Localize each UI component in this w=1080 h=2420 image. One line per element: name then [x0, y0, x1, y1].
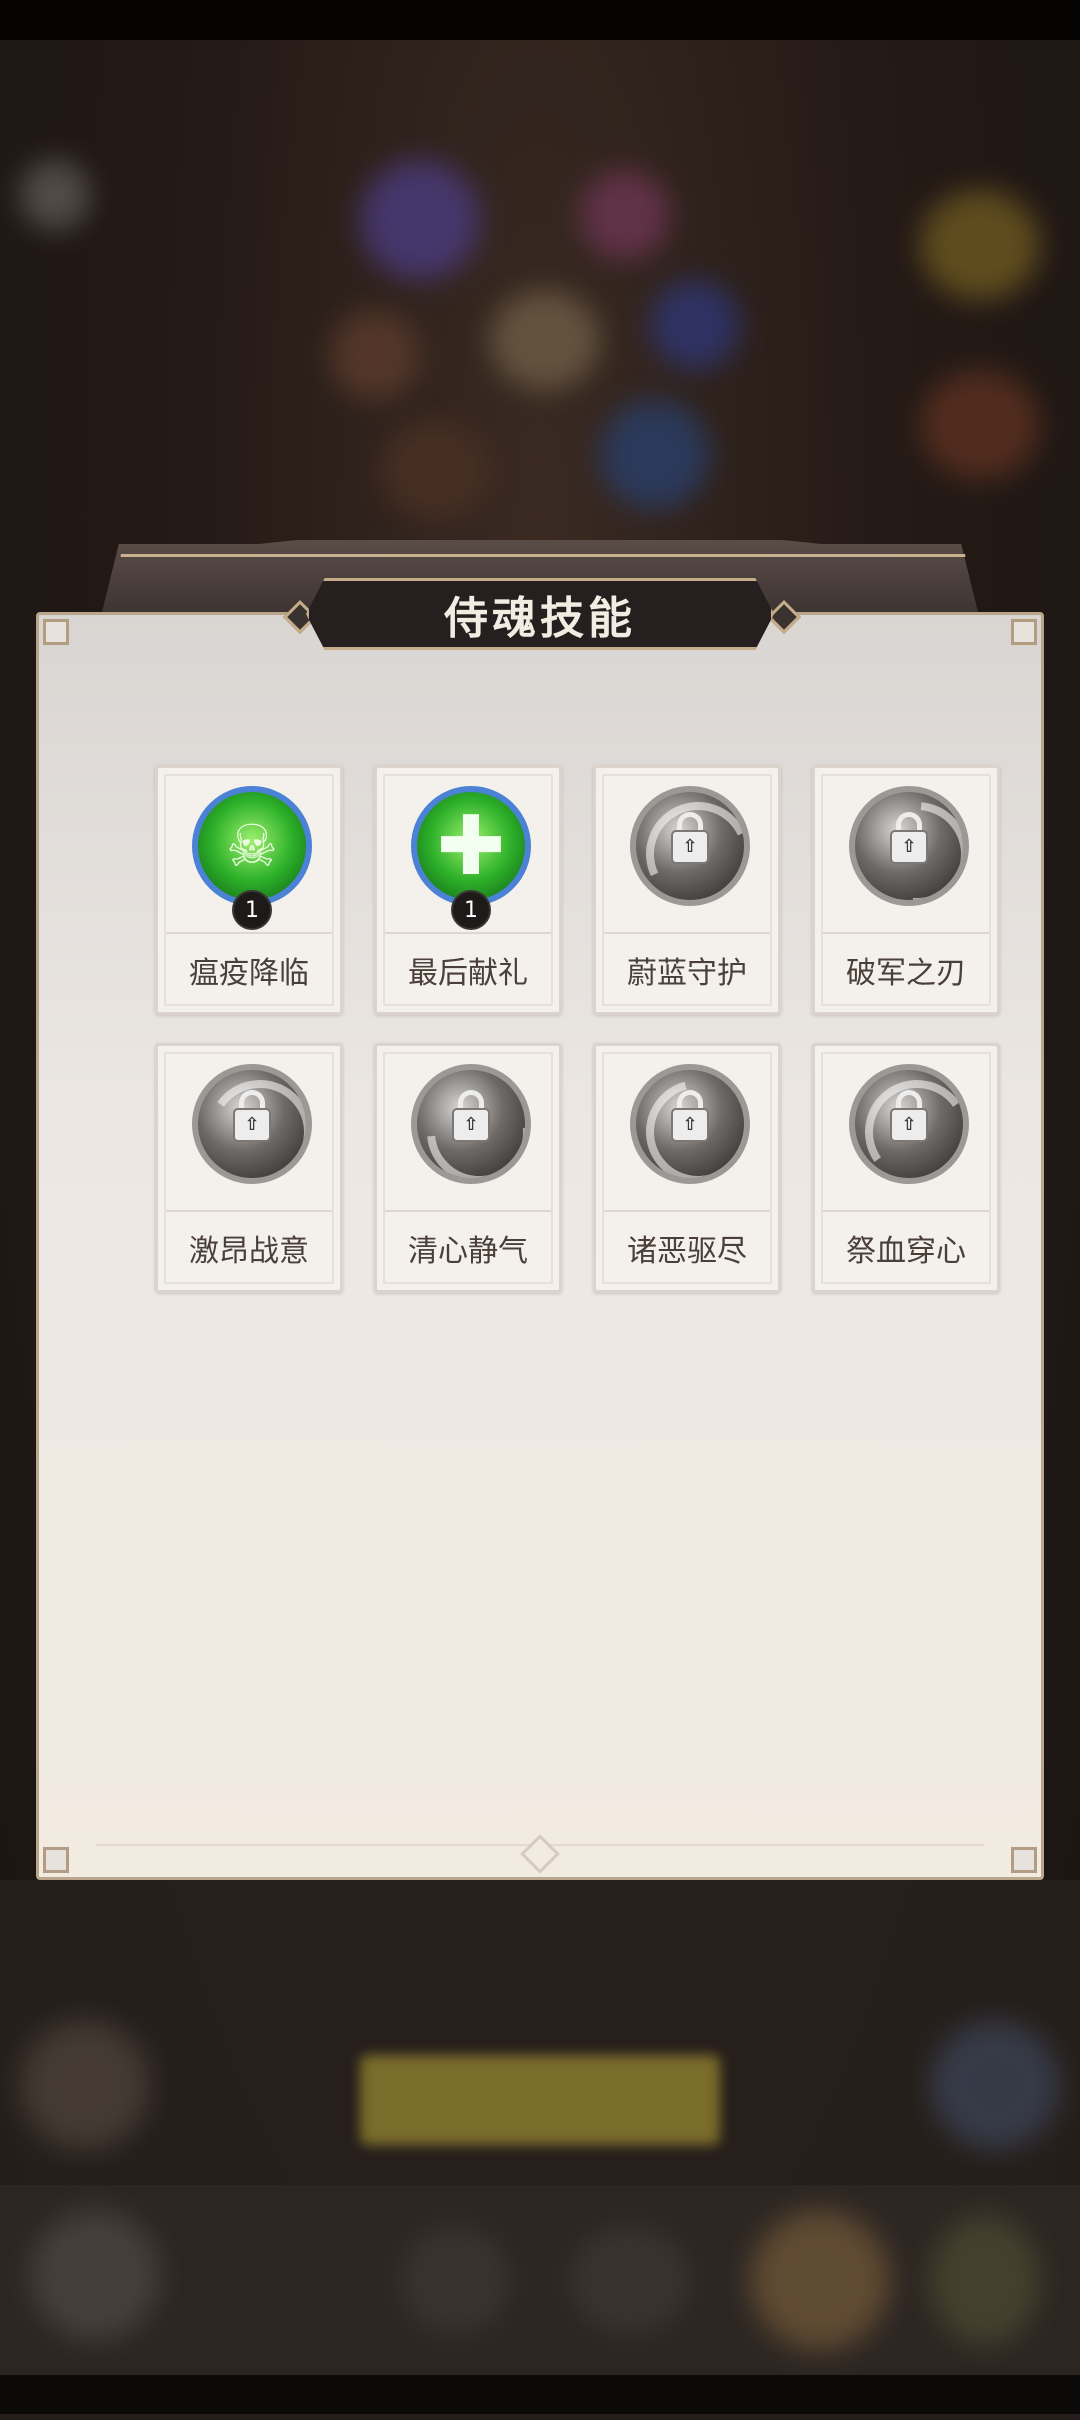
skill-name: 蔚蓝守护	[627, 956, 747, 991]
skill-name: 破军之刃	[846, 956, 966, 991]
skill-level-badge: 1	[451, 890, 491, 930]
corner-ornament	[1011, 1847, 1037, 1873]
skill-card-azure-guard[interactable]: ⇧ 蔚蓝守护	[593, 765, 781, 1015]
dialog-title: 侍魂技能	[444, 593, 636, 644]
skill-icon: ⇧	[630, 786, 750, 906]
skill-level-badge: 1	[232, 890, 272, 930]
corner-ornament	[43, 619, 69, 645]
lock-icon: ⇧	[452, 1108, 490, 1142]
skills-dialog: ☠ 1 瘟疫降临 ✚ 1 最后献礼 ⇧ 蔚蓝守护 ⇧ 破军之刃 ⇧ 激昂战意 ⇧…	[36, 540, 1044, 1880]
skill-icon: ⇧	[849, 786, 969, 906]
skill-card-fervor[interactable]: ⇧ 激昂战意	[155, 1043, 343, 1293]
skill-icon: ☠	[192, 786, 312, 906]
skill-icon: ⇧	[411, 1064, 531, 1184]
lock-icon: ⇧	[890, 1108, 928, 1142]
skill-icon: ⇧	[192, 1064, 312, 1184]
background-avatar-right	[930, 2020, 1060, 2150]
skill-name: 清心静气	[408, 1234, 528, 1269]
skill-card-last-gift[interactable]: ✚ 1 最后献礼	[374, 765, 562, 1015]
skill-card-blood-pierce[interactable]: ⇧ 祭血穿心	[812, 1043, 1000, 1293]
skill-name: 瘟疫降临	[189, 956, 309, 991]
skill-card-plague[interactable]: ☠ 1 瘟疫降临	[155, 765, 343, 1015]
corner-ornament	[43, 1847, 69, 1873]
lock-icon: ⇧	[233, 1108, 271, 1142]
lock-icon: ⇧	[671, 830, 709, 864]
skill-card-army-breaker[interactable]: ⇧ 破军之刃	[812, 765, 1000, 1015]
skill-icon: ✚	[411, 786, 531, 906]
system-nav-bar	[0, 2375, 1080, 2414]
lock-icon: ⇧	[890, 830, 928, 864]
skill-name: 祭血穿心	[846, 1234, 966, 1269]
skill-name: 激昂战意	[189, 1234, 309, 1269]
corner-ornament	[1011, 619, 1037, 645]
skill-icon: ⇧	[849, 1064, 969, 1184]
dialog-title-plate: 侍魂技能	[306, 578, 774, 650]
background-button	[360, 2055, 720, 2145]
skull-icon: ☠	[226, 812, 278, 880]
background-avatar-left	[20, 2020, 150, 2150]
plus-cross-icon: ✚	[436, 798, 506, 894]
skill-name: 最后献礼	[408, 956, 528, 991]
status-bar	[0, 0, 1080, 40]
skill-card-calm-mind[interactable]: ⇧ 清心静气	[374, 1043, 562, 1293]
lock-icon: ⇧	[671, 1108, 709, 1142]
skill-icon: ⇧	[630, 1064, 750, 1184]
skill-name: 诸恶驱尽	[627, 1234, 747, 1269]
skill-card-purge-evil[interactable]: ⇧ 诸恶驱尽	[593, 1043, 781, 1293]
bottom-nav-bar	[0, 2185, 1080, 2375]
dialog-panel: ☠ 1 瘟疫降临 ✚ 1 最后献礼 ⇧ 蔚蓝守护 ⇧ 破军之刃 ⇧ 激昂战意 ⇧…	[36, 612, 1044, 1880]
